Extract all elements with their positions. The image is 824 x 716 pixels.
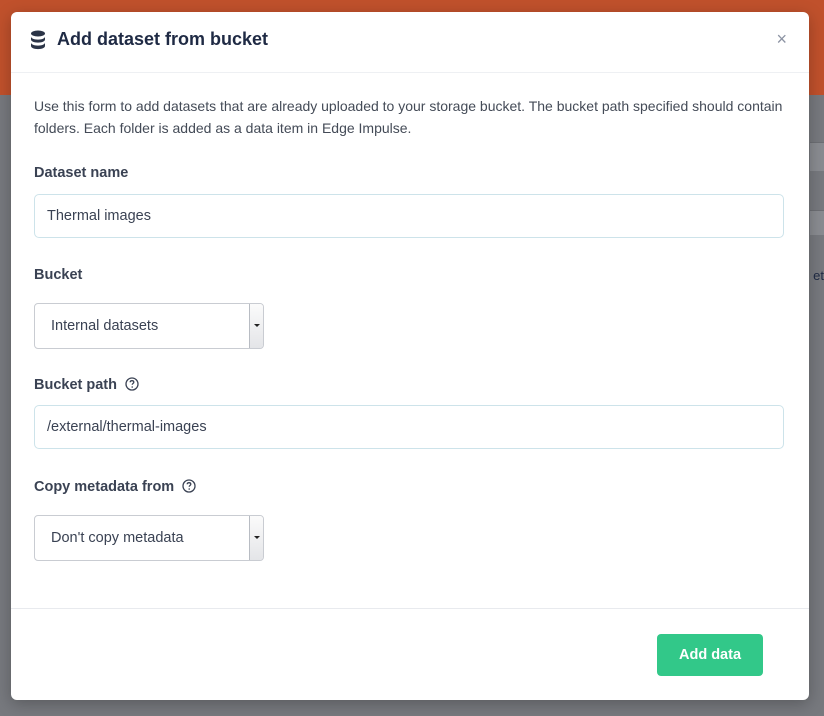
header-divider	[11, 72, 809, 73]
question-circle-icon[interactable]	[125, 377, 139, 391]
bucket-select[interactable]: Internal datasets	[34, 303, 264, 349]
chevron-down-icon[interactable]	[249, 304, 263, 348]
copy-metadata-select[interactable]: Don't copy metadata	[34, 515, 264, 561]
copy-metadata-label: Copy metadata from	[34, 479, 196, 495]
add-data-button[interactable]: Add data	[657, 634, 763, 676]
form-description: Use this form to add datasets that are a…	[34, 98, 783, 136]
footer-divider	[11, 608, 809, 609]
modal-title: Add dataset from bucket	[57, 29, 269, 49]
background-table-row	[810, 142, 824, 171]
add-dataset-modal: Add dataset from bucket × Use this form …	[11, 12, 809, 700]
bucket-label: Bucket	[34, 267, 83, 283]
dataset-name-label: Dataset name	[34, 165, 129, 181]
chevron-down-icon[interactable]	[249, 516, 263, 560]
database-icon	[31, 30, 45, 50]
question-circle-icon[interactable]	[182, 479, 196, 493]
bucket-path-label-text: Bucket path	[34, 377, 117, 393]
background-table-row	[810, 210, 824, 235]
dataset-name-input[interactable]	[34, 194, 784, 238]
copy-metadata-select-value: Don't copy metadata	[51, 530, 184, 546]
bucket-select-value: Internal datasets	[51, 318, 159, 334]
bucket-path-label: Bucket path	[34, 377, 139, 393]
background-text: et	[813, 268, 824, 283]
close-icon[interactable]: ×	[776, 30, 787, 48]
bucket-path-input[interactable]	[34, 405, 784, 449]
modal-header: Add dataset from bucket ×	[11, 12, 809, 72]
copy-metadata-label-text: Copy metadata from	[34, 479, 175, 495]
